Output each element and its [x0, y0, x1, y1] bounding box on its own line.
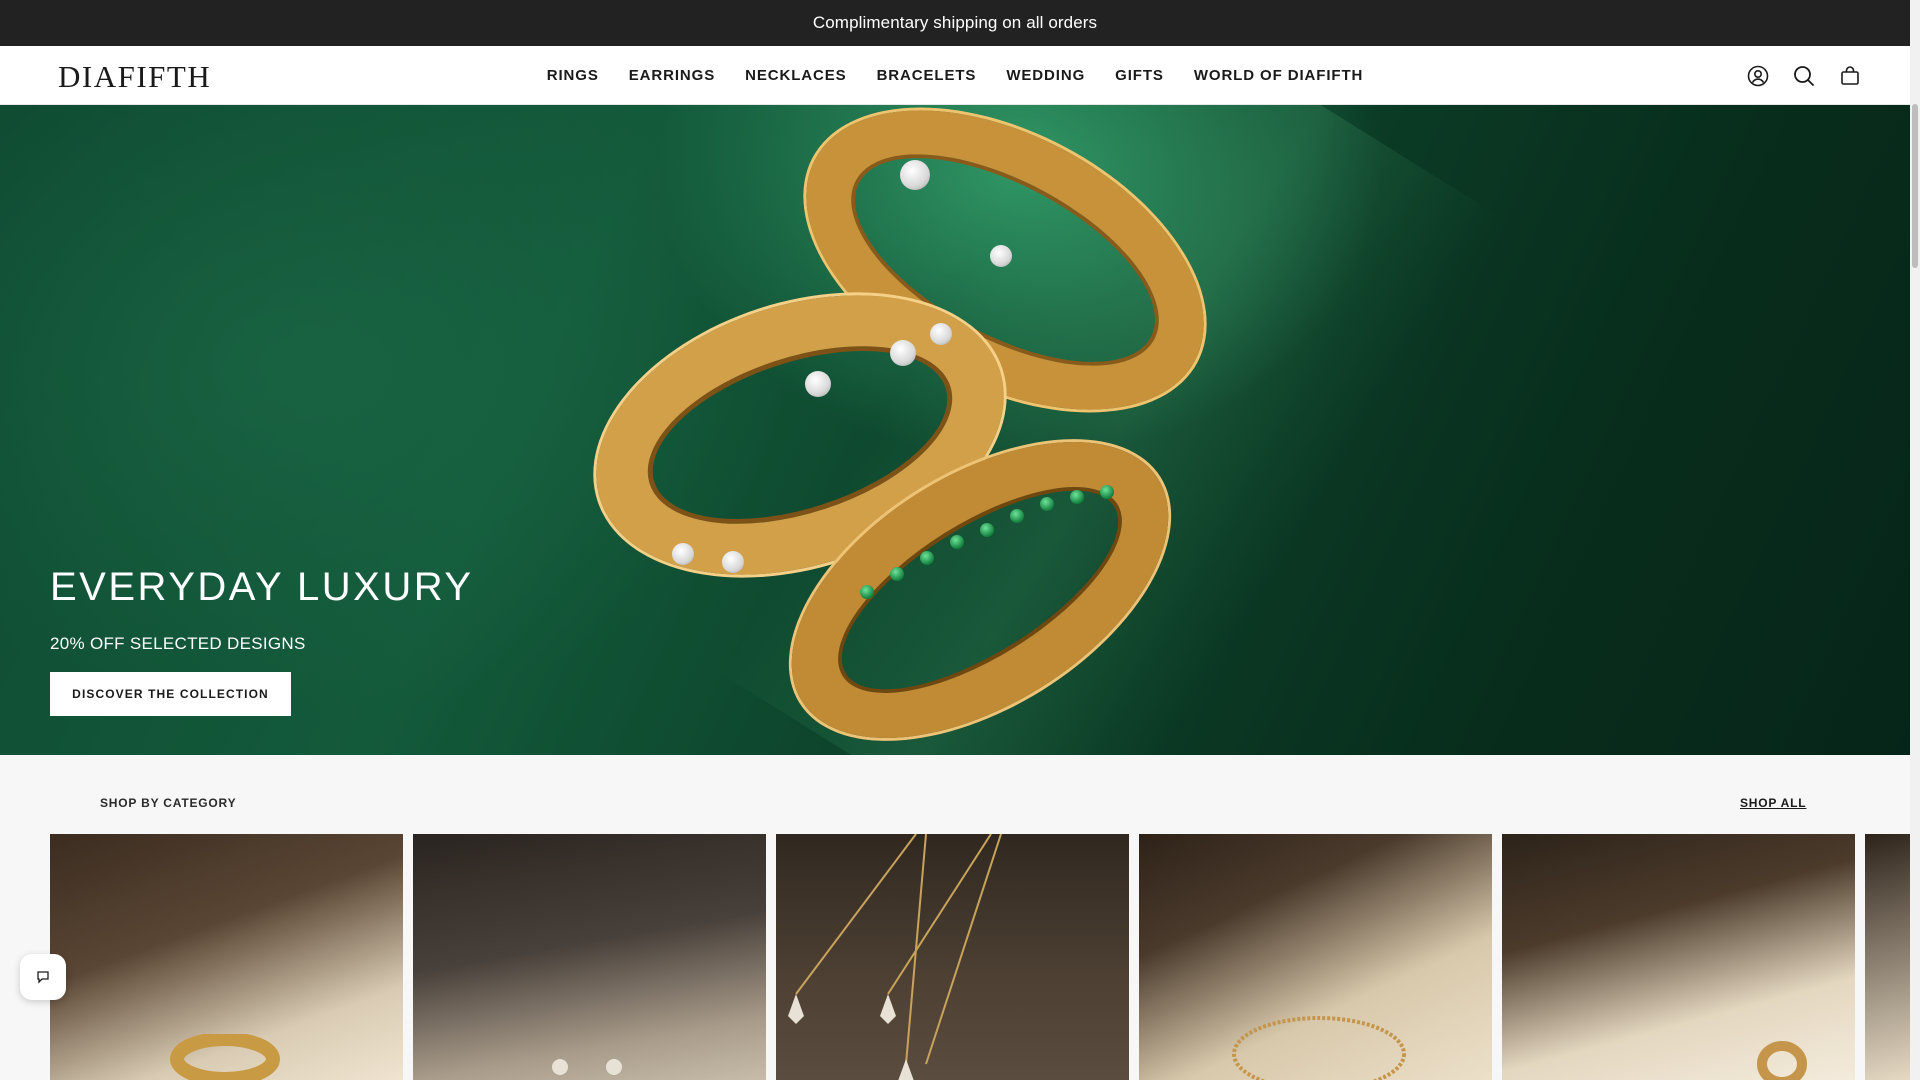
category-tile-ring[interactable]	[50, 834, 403, 1080]
hero-subtitle: 20% OFF SELECTED DESIGNS	[50, 634, 306, 653]
hero-title: EVERYDAY LUXURY	[50, 565, 474, 609]
chat-widget-button[interactable]	[20, 954, 66, 1000]
diamond-detail	[900, 160, 930, 190]
nav-rings[interactable]: RINGS	[547, 67, 599, 84]
scrollbar-thumb[interactable]	[1912, 104, 1918, 268]
account-icon[interactable]	[1746, 64, 1770, 88]
shop-all-link[interactable]: SHOP ALL	[1740, 796, 1806, 810]
main-nav: RINGS EARRINGS NECKLACES BRACELETS WEDDI…	[0, 46, 1910, 105]
emerald-detail	[1070, 490, 1084, 504]
announcement-bar: Complimentary shipping on all orders	[0, 0, 1910, 46]
diamond-detail	[722, 551, 744, 573]
discover-collection-button[interactable]: DISCOVER THE COLLECTION	[50, 672, 291, 716]
chat-icon	[37, 971, 49, 984]
category-carousel[interactable]	[50, 834, 1910, 1080]
header-icons	[1746, 46, 1862, 105]
emerald-detail	[860, 585, 874, 599]
emerald-detail	[890, 567, 904, 581]
category-tile-next[interactable]	[1865, 834, 1910, 1080]
diamond-detail	[672, 543, 694, 565]
nav-necklaces[interactable]: NECKLACES	[745, 67, 846, 84]
category-tile-wedding[interactable]	[1502, 834, 1855, 1080]
category-tile-bracelets[interactable]	[1139, 834, 1492, 1080]
diamond-detail	[930, 323, 952, 345]
site-header: DIAFIFTH RINGS EARRINGS NECKLACES BRACEL…	[0, 46, 1910, 105]
category-tile-necklaces[interactable]	[776, 834, 1129, 1080]
nav-world-of-diafifth[interactable]: WORLD OF DIAFIFTH	[1194, 67, 1363, 84]
announcement-text: Complimentary shipping on all orders	[812, 13, 1098, 32]
emerald-detail	[1010, 509, 1024, 523]
hero-banner[interactable]: EVERYDAY LUXURY 20% OFF SELECTED DESIGNS…	[0, 105, 1910, 755]
nav-earrings[interactable]: EARRINGS	[629, 67, 715, 84]
earrings-product-image	[552, 1059, 622, 1075]
search-icon[interactable]	[1792, 64, 1816, 88]
diamond-detail	[805, 371, 831, 397]
nav-bracelets[interactable]: BRACELETS	[877, 67, 977, 84]
emerald-detail	[1040, 497, 1054, 511]
bracelet-product-image	[1232, 1016, 1406, 1080]
wedding-ring-product-image	[1757, 1041, 1807, 1080]
ring-product-image	[170, 1034, 280, 1080]
nav-wedding[interactable]: WEDDING	[1006, 67, 1085, 84]
emerald-detail	[1100, 485, 1114, 499]
necklace-product-image	[788, 834, 1002, 1080]
cart-icon[interactable]	[1838, 64, 1862, 88]
emerald-detail	[980, 523, 994, 537]
category-tile-earrings[interactable]	[413, 834, 766, 1080]
page-scrollbar[interactable]	[1910, 0, 1920, 1080]
emerald-detail	[950, 535, 964, 549]
emerald-detail	[920, 551, 934, 565]
diamond-detail	[890, 340, 916, 366]
nav-gifts[interactable]: GIFTS	[1115, 67, 1164, 84]
shop-by-category-heading: SHOP BY CATEGORY	[100, 796, 237, 810]
diamond-detail	[990, 245, 1012, 267]
